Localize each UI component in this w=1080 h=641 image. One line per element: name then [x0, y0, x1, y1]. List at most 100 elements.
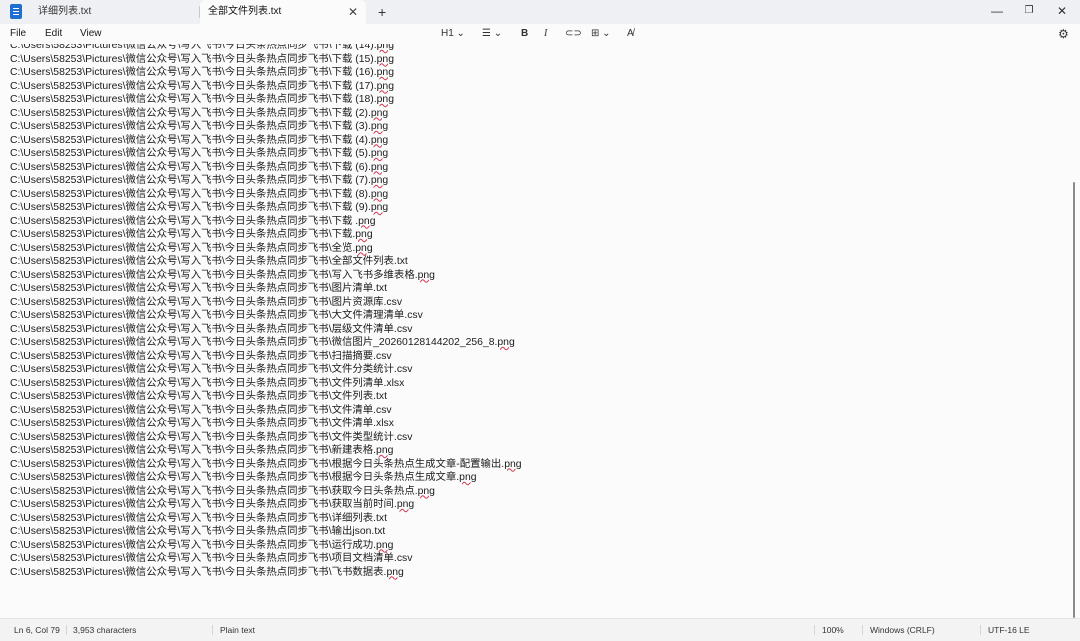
- file-path-line: C:\Users\58253\Pictures\微信公众号\写入飞书\今日头条热…: [10, 458, 522, 472]
- file-extension-spellcheck: png: [355, 229, 373, 240]
- path-prefix: C:\Users\58253\Pictures\微信公众号\写入飞书\今日头条热…: [10, 134, 332, 146]
- file-path-line: C:\Users\58253\Pictures\微信公众号\写入飞书\今日头条热…: [10, 147, 522, 161]
- path-prefix: C:\Users\58253\Pictures\微信公众号\写入飞书\今日头条热…: [10, 121, 332, 132]
- file-path-line: C:\Users\58253\Pictures\微信公众号\写入飞书\今日头条热…: [10, 174, 522, 188]
- file-path-line: C:\Users\58253\Pictures\微信公众号\写入飞书\今日头条热…: [10, 390, 522, 404]
- scrollbar-thumb[interactable]: [1073, 182, 1075, 618]
- file-extension-spellcheck: png: [417, 485, 435, 497]
- file-name: 下载 .: [331, 215, 359, 227]
- file-name: 微信图片_20260128144202_256_8.: [331, 337, 498, 348]
- path-prefix: C:\Users\58253\Pictures\微信公众号\写入飞书\今日头条热…: [10, 364, 332, 375]
- tab-all-files-list[interactable]: 全部文件列表.txt ✕: [200, 0, 366, 24]
- file-path-line: C:\Users\58253\Pictures\微信公众号\写入飞书\今日头条热…: [10, 512, 522, 526]
- file-path-line: C:\Users\58253\Pictures\微信公众号\写入飞书\今日头条热…: [10, 93, 522, 107]
- file-path-line: C:\Users\58253\Pictures\微信公众号\写入飞书\今日头条热…: [10, 539, 522, 553]
- path-prefix: C:\Users\58253\Pictures\微信公众号\写入飞书\今日头条热…: [10, 323, 332, 335]
- file-path-line: C:\Users\58253\Pictures\微信公众号\写入飞书\今日头条热…: [10, 228, 522, 242]
- vertical-scrollbar[interactable]: [1068, 44, 1080, 618]
- file-name: 项目文档清单.csv: [331, 553, 413, 564]
- file-name: 扫描摘要.csv: [331, 350, 392, 362]
- status-bar: Ln 6, Col 79 3,953 characters Plain text…: [0, 618, 1080, 641]
- heading-dropdown[interactable]: H1 ⌄: [441, 24, 465, 44]
- file-name: 新建表格.: [331, 445, 377, 456]
- file-extension-spellcheck: png: [370, 161, 389, 173]
- path-prefix: C:\Users\58253\Pictures\微信公众号\写入飞书\今日头条热…: [10, 458, 332, 470]
- link-icon[interactable]: ⊂⊃: [565, 24, 582, 44]
- file-path-line: C:\Users\58253\Pictures\微信公众号\写入飞书\今日头条热…: [10, 53, 522, 67]
- italic-button[interactable]: I: [544, 24, 547, 44]
- clear-formatting-icon[interactable]: A̸: [627, 24, 634, 44]
- path-prefix: C:\Users\58253\Pictures\微信公众号\写入飞书\今日头条热…: [10, 202, 332, 213]
- new-tab-button[interactable]: +: [378, 0, 386, 24]
- file-extension-spellcheck: png: [386, 566, 404, 578]
- path-prefix: C:\Users\58253\Pictures\微信公众号\写入飞书\今日头条热…: [10, 553, 332, 564]
- tab-detail-list[interactable]: 详细列表.txt: [30, 0, 200, 24]
- file-path-line: C:\Users\58253\Pictures\微信公众号\写入飞书\今日头条热…: [10, 188, 522, 202]
- file-name: 写入飞书多维表格.: [331, 269, 418, 281]
- file-path-line: C:\Users\58253\Pictures\微信公众号\写入飞书\今日头条热…: [10, 377, 522, 391]
- settings-gear-icon[interactable]: ⚙: [1058, 24, 1069, 44]
- file-extension-spellcheck: png: [358, 215, 376, 227]
- path-prefix: C:\Users\58253\Pictures\微信公众号\写入飞书\今日头条热…: [10, 377, 332, 389]
- file-path-line: C:\Users\58253\Pictures\微信公众号\写入飞书\今日头条热…: [10, 44, 522, 53]
- file-path-line: C:\Users\58253\Pictures\微信公众号\写入飞书\今日头条热…: [10, 444, 522, 458]
- file-path-line: C:\Users\58253\Pictures\微信公众号\写入飞书\今日头条热…: [10, 309, 522, 323]
- file-path-line: C:\Users\58253\Pictures\微信公众号\写入飞书\今日头条热…: [10, 66, 522, 80]
- path-prefix: C:\Users\58253\Pictures\微信公众号\写入飞书\今日头条热…: [10, 242, 332, 254]
- text-editor[interactable]: C:\Users\58253\Pictures\微信公众号\写入飞书\今日头条热…: [0, 44, 1068, 618]
- path-prefix: C:\Users\58253\Pictures\微信公众号\写入飞书\今日头条热…: [10, 80, 332, 92]
- status-divider: [66, 625, 67, 635]
- file-extension-spellcheck: png: [376, 445, 394, 456]
- file-name: 获取当前时间.: [331, 499, 397, 510]
- path-prefix: C:\Users\58253\Pictures\微信公众号\写入飞书\今日头条热…: [10, 539, 332, 551]
- table-dropdown-icon[interactable]: ⊞ ⌄: [591, 24, 611, 44]
- file-name: 详细列表.txt: [331, 512, 388, 524]
- file-path-line: C:\Users\58253\Pictures\微信公众号\写入飞书\今日头条热…: [10, 161, 522, 175]
- file-extension-spellcheck: png: [370, 188, 389, 200]
- file-name: 图片清单.txt: [331, 283, 388, 294]
- text-mode: Plain text: [220, 625, 255, 635]
- status-divider: [980, 625, 981, 635]
- bold-button[interactable]: B: [521, 24, 528, 44]
- close-window-button[interactable]: ✕: [1045, 0, 1079, 22]
- close-tab-icon[interactable]: ✕: [348, 0, 358, 24]
- path-prefix: C:\Users\58253\Pictures\微信公众号\写入飞书\今日头条热…: [10, 67, 332, 78]
- zoom-level[interactable]: 100%: [822, 619, 844, 641]
- path-prefix: C:\Users\58253\Pictures\微信公众号\写入飞书\今日头条热…: [10, 53, 332, 65]
- path-prefix: C:\Users\58253\Pictures\微信公众号\写入飞书\今日头条热…: [10, 391, 332, 402]
- file-path-line: C:\Users\58253\Pictures\微信公众号\写入飞书\今日头条热…: [10, 431, 522, 445]
- maximize-button[interactable]: ❐: [1012, 0, 1046, 22]
- file-extension-spellcheck: png: [376, 44, 394, 51]
- encoding[interactable]: UTF-16 LE: [988, 619, 1030, 641]
- path-prefix: C:\Users\58253\Pictures\微信公众号\写入飞书\今日头条热…: [10, 310, 332, 321]
- path-prefix: C:\Users\58253\Pictures\微信公众号\写入飞书\今日头条热…: [10, 337, 332, 348]
- menu-bar: File Edit View H1 ⌄ ☰ ⌄ B I ⊂⊃ ⊞ ⌄ A̸ ⚙: [0, 24, 1080, 44]
- file-path-line: C:\Users\58253\Pictures\微信公众号\写入飞书\今日头条热…: [10, 120, 522, 134]
- line-ending[interactable]: Windows (CRLF): [870, 619, 935, 641]
- minimize-button[interactable]: —: [980, 0, 1014, 22]
- menu-view[interactable]: View: [80, 24, 102, 44]
- file-path-line: C:\Users\58253\Pictures\微信公众号\写入飞书\今日头条热…: [10, 107, 522, 121]
- file-name: 文件清单.xlsx: [331, 418, 394, 429]
- file-name: 文件分类统计.csv: [331, 364, 413, 375]
- file-path-line: C:\Users\58253\Pictures\微信公众号\写入飞书\今日头条热…: [10, 269, 522, 283]
- file-extension-spellcheck: png: [370, 175, 389, 186]
- file-extension-spellcheck: png: [504, 458, 522, 470]
- file-extension-spellcheck: png: [355, 242, 373, 254]
- file-extension-spellcheck: png: [370, 134, 389, 146]
- file-path-line: C:\Users\58253\Pictures\微信公众号\写入飞书\今日头条热…: [10, 404, 522, 418]
- file-name: 下载 (15).: [331, 53, 377, 65]
- file-name: 下载 (5).: [331, 148, 371, 159]
- file-path-line: C:\Users\58253\Pictures\微信公众号\写入飞书\今日头条热…: [10, 417, 522, 431]
- path-prefix: C:\Users\58253\Pictures\微信公众号\写入飞书\今日头条热…: [10, 161, 332, 173]
- file-path-line: C:\Users\58253\Pictures\微信公众号\写入飞书\今日头条热…: [10, 336, 522, 350]
- list-dropdown-icon[interactable]: ☰ ⌄: [482, 24, 502, 44]
- path-prefix: C:\Users\58253\Pictures\微信公众号\写入飞书\今日头条热…: [10, 499, 332, 510]
- file-path-line: C:\Users\58253\Pictures\微信公众号\写入飞书\今日头条热…: [10, 282, 522, 296]
- path-prefix: C:\Users\58253\Pictures\微信公众号\写入飞书\今日头条热…: [10, 566, 332, 578]
- file-name: 飞书数据表.: [331, 566, 387, 578]
- path-prefix: C:\Users\58253\Pictures\微信公众号\写入飞书\今日头条热…: [10, 283, 332, 294]
- menu-file[interactable]: File: [10, 24, 26, 44]
- menu-edit[interactable]: Edit: [45, 24, 62, 44]
- file-name: 下载 (2).: [331, 107, 371, 119]
